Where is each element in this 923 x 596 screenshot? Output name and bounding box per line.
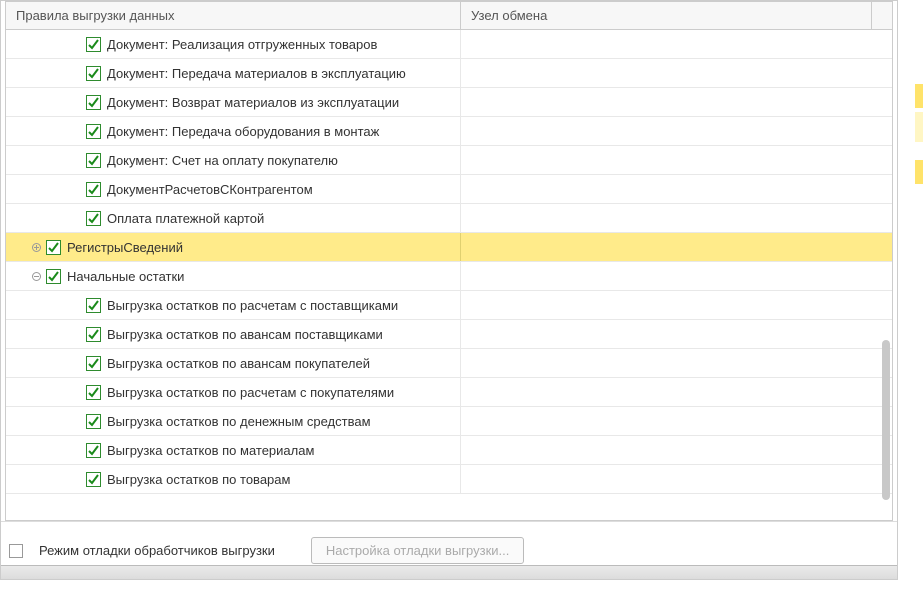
rule-label: Документ: Возврат материалов из эксплуат… [107,95,399,110]
rule-checkbox[interactable] [86,182,101,197]
table-row[interactable]: Выгрузка остатков по расчетам с поставщи… [6,291,892,320]
expand-icon[interactable] [30,241,42,253]
rule-label: Выгрузка остатков по расчетам с поставщи… [107,298,398,313]
rule-cell: Документ: Реализация отгруженных товаров [14,30,461,58]
rule-checkbox[interactable] [86,66,101,81]
table-row[interactable]: ДокументРасчетовСКонтрагентом [6,175,892,204]
rule-checkbox[interactable] [86,153,101,168]
table-row[interactable]: Выгрузка остатков по авансам покупателей [6,349,892,378]
rule-cell: Выгрузка остатков по материалам [14,436,461,464]
rule-cell: Начальные остатки [14,262,461,290]
table-row[interactable]: Оплата платежной картой [6,204,892,233]
table-row[interactable]: Документ: Реализация отгруженных товаров [6,30,892,59]
rule-label: Начальные остатки [67,269,184,284]
table-row[interactable]: Выгрузка остатков по денежным средствам [6,407,892,436]
table-row[interactable]: Документ: Передача материалов в эксплуат… [6,59,892,88]
rule-label: Выгрузка остатков по расчетам с покупате… [107,385,394,400]
rule-checkbox[interactable] [46,240,61,255]
rule-label: ДокументРасчетовСКонтрагентом [107,182,313,197]
table-row[interactable]: РегистрыСведений [6,233,892,262]
col-header-spacer [871,2,892,29]
table-row[interactable]: Документ: Возврат материалов из эксплуат… [6,88,892,117]
rule-label: Выгрузка остатков по авансам покупателей [107,356,370,371]
rule-cell: Документ: Передача материалов в эксплуат… [14,59,461,87]
rule-label: Документ: Передача оборудования в монтаж [107,124,379,139]
rule-checkbox[interactable] [86,443,101,458]
rule-checkbox[interactable] [86,414,101,429]
rule-cell: Выгрузка остатков по авансам покупателей [14,349,461,377]
debug-mode-label: Режим отладки обработчиков выгрузки [39,543,275,558]
rule-label: Выгрузка остатков по материалам [107,443,314,458]
table-header: Правила выгрузки данных Узел обмена [6,2,892,30]
rule-cell: Документ: Возврат материалов из эксплуат… [14,88,461,116]
rule-checkbox[interactable] [86,95,101,110]
rule-checkbox[interactable] [86,37,101,52]
gutter-marker [915,160,923,184]
rule-checkbox[interactable] [86,385,101,400]
rule-checkbox[interactable] [86,327,101,342]
rule-checkbox[interactable] [86,298,101,313]
table-row[interactable]: Выгрузка остатков по авансам поставщикам… [6,320,892,349]
gutter-marker [915,84,923,108]
rule-checkbox[interactable] [46,269,61,284]
table-row[interactable]: Выгрузка остатков по расчетам с покупате… [6,378,892,407]
rule-cell: Выгрузка остатков по расчетам с поставщи… [14,291,461,319]
rule-label: Оплата платежной картой [107,211,264,226]
rule-cell: Оплата платежной картой [14,204,461,232]
gutter-marker [915,112,923,142]
col-header-rules[interactable]: Правила выгрузки данных [6,2,461,29]
rule-cell: Документ: Передача оборудования в монтаж [14,117,461,145]
collapse-icon[interactable] [30,270,42,282]
debug-mode-checkbox[interactable] [9,544,23,558]
rule-cell: Документ: Счет на оплату покупателю [14,146,461,174]
rule-label: Выгрузка остатков по авансам поставщикам… [107,327,383,342]
table-row[interactable]: Начальные остатки [6,262,892,291]
rule-cell: Выгрузка остатков по расчетам с покупате… [14,378,461,406]
col-header-node[interactable]: Узел обмена [461,2,871,29]
table-row[interactable]: Документ: Передача оборудования в монтаж [6,117,892,146]
right-gutter [899,0,923,596]
table-body: Документ: Реализация отгруженных товаров… [6,30,892,520]
bottom-edge [1,565,897,579]
rule-cell: Выгрузка остатков по денежным средствам [14,407,461,435]
table-row[interactable]: Документ: Счет на оплату покупателю [6,146,892,175]
table-row[interactable]: Выгрузка остатков по материалам [6,436,892,465]
rule-cell: Выгрузка остатков по товарам [14,465,461,493]
rule-cell: РегистрыСведений [14,233,461,261]
rule-label: Выгрузка остатков по товарам [107,472,290,487]
rule-checkbox[interactable] [86,356,101,371]
rule-checkbox[interactable] [86,124,101,139]
main-panel: Правила выгрузки данных Узел обмена Доку… [0,0,898,580]
rule-label: Документ: Счет на оплату покупателю [107,153,338,168]
rule-label: Документ: Реализация отгруженных товаров [107,37,377,52]
rule-cell: Выгрузка остатков по авансам поставщикам… [14,320,461,348]
debug-settings-button[interactable]: Настройка отладки выгрузки... [311,537,525,564]
rule-cell: ДокументРасчетовСКонтрагентом [14,175,461,203]
rule-label: РегистрыСведений [67,240,183,255]
rule-checkbox[interactable] [86,211,101,226]
rule-label: Документ: Передача материалов в эксплуат… [107,66,406,81]
rule-label: Выгрузка остатков по денежным средствам [107,414,371,429]
rules-table: Правила выгрузки данных Узел обмена Доку… [5,1,893,521]
rule-checkbox[interactable] [86,472,101,487]
scrollbar-thumb[interactable] [882,340,890,500]
table-row[interactable]: Выгрузка остатков по товарам [6,465,892,494]
